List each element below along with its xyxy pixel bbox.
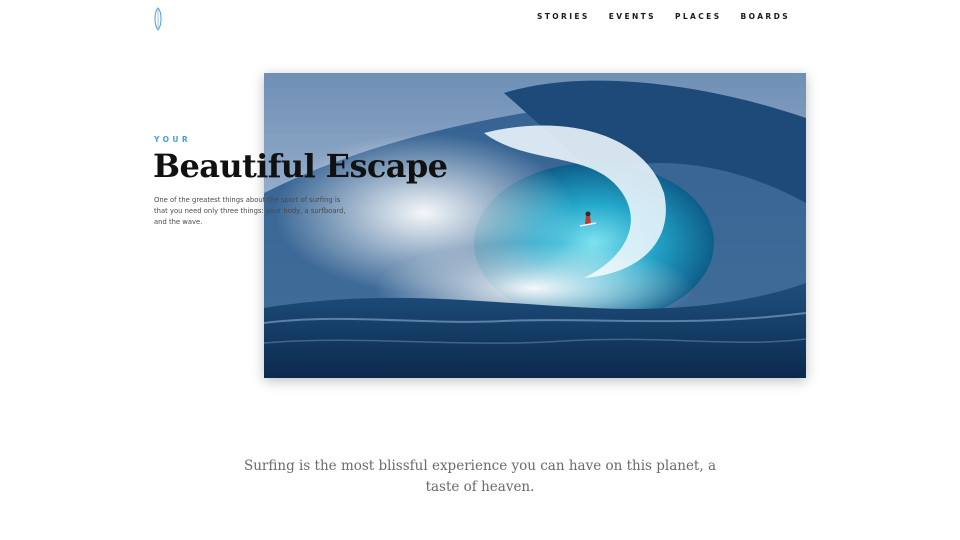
nav-link-places[interactable]: PLACES (675, 12, 722, 21)
nav-link-boards[interactable]: BOARDS (741, 12, 791, 21)
surfing-quote: Surfing is the most blissful experience … (243, 458, 716, 495)
hero-title: Beautiful Escape (153, 147, 448, 185)
hero-description: One of the greatest things about the spo… (154, 196, 346, 226)
nav-link-events[interactable]: EVENTS (609, 12, 656, 21)
hero-eyebrow: YOUR (154, 135, 192, 144)
nav-link-stories[interactable]: STORIES (537, 12, 590, 21)
main-nav: STORIES EVENTS PLACES BOARDS (537, 12, 790, 21)
surfboard-icon[interactable] (152, 7, 164, 31)
